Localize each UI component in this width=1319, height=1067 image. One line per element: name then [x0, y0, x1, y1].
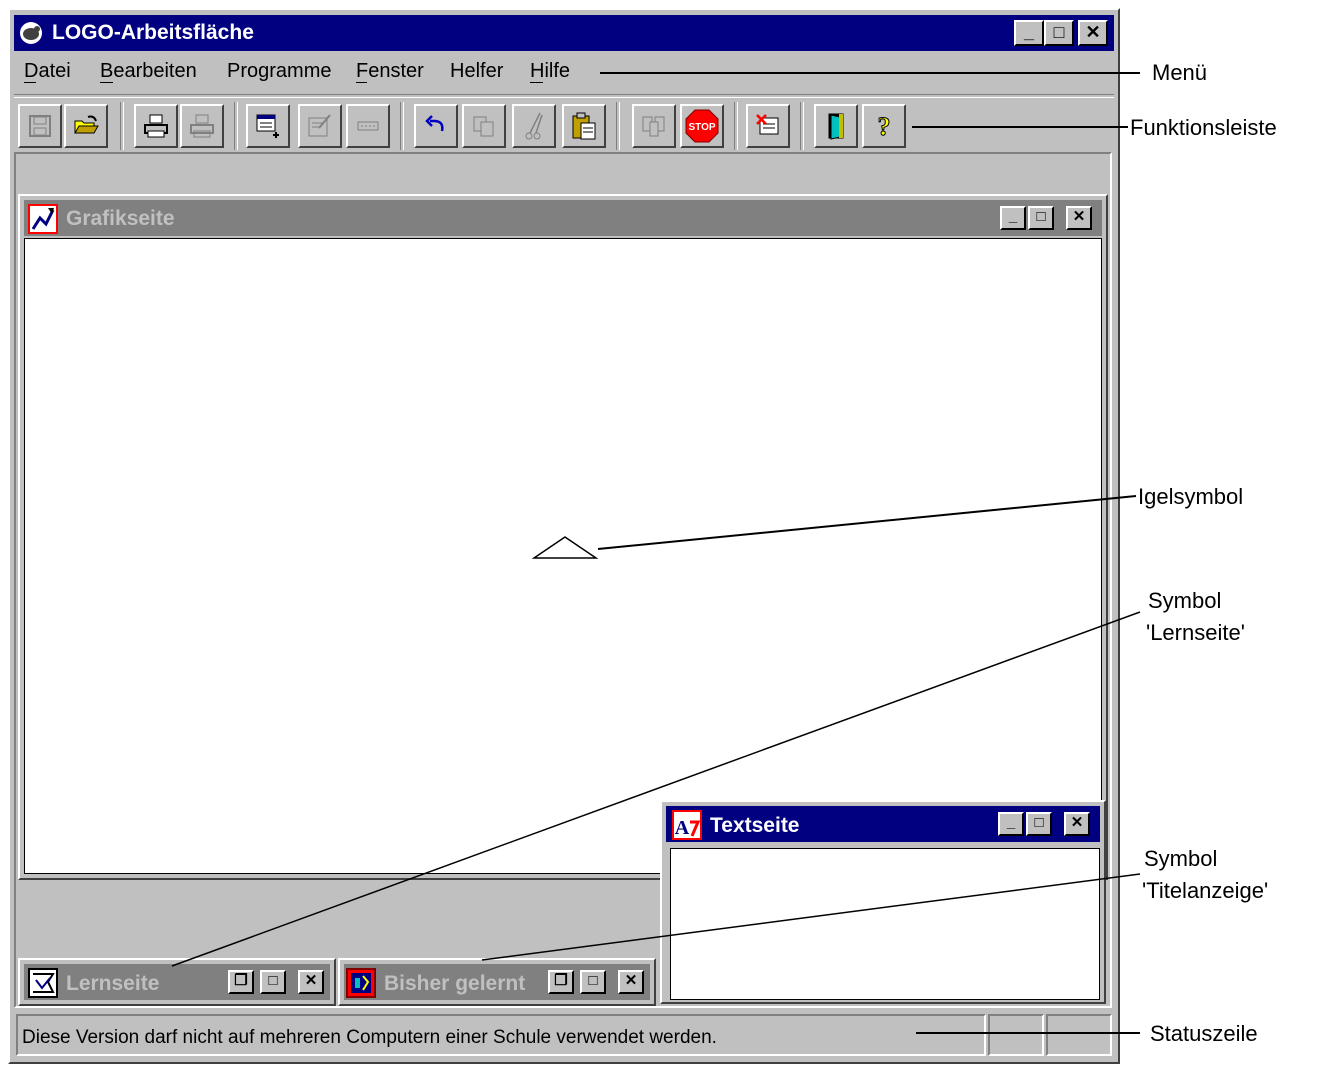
callout-lines [171, 72, 1141, 1034]
turtle-callout-label: Igelsymbol [1138, 484, 1244, 509]
titelanzeige-callout-label-2: 'Titelanzeige' [1142, 878, 1269, 903]
turtle-callout-line [597, 495, 1137, 550]
status-callout-label: Statuszeile [1150, 1021, 1258, 1046]
titelanzeige-callout-label-1: Symbol [1144, 846, 1218, 871]
lernseite-callout-label-1: Symbol [1148, 588, 1222, 613]
titelanzeige-callout-line [481, 873, 1141, 961]
lernseite-callout-line [171, 611, 1141, 967]
toolbar-callout-label: Funktionsleiste [1130, 115, 1277, 140]
menu-callout-label: Menü [1152, 60, 1208, 85]
lernseite-callout-label-2: 'Lernseite' [1146, 620, 1245, 645]
